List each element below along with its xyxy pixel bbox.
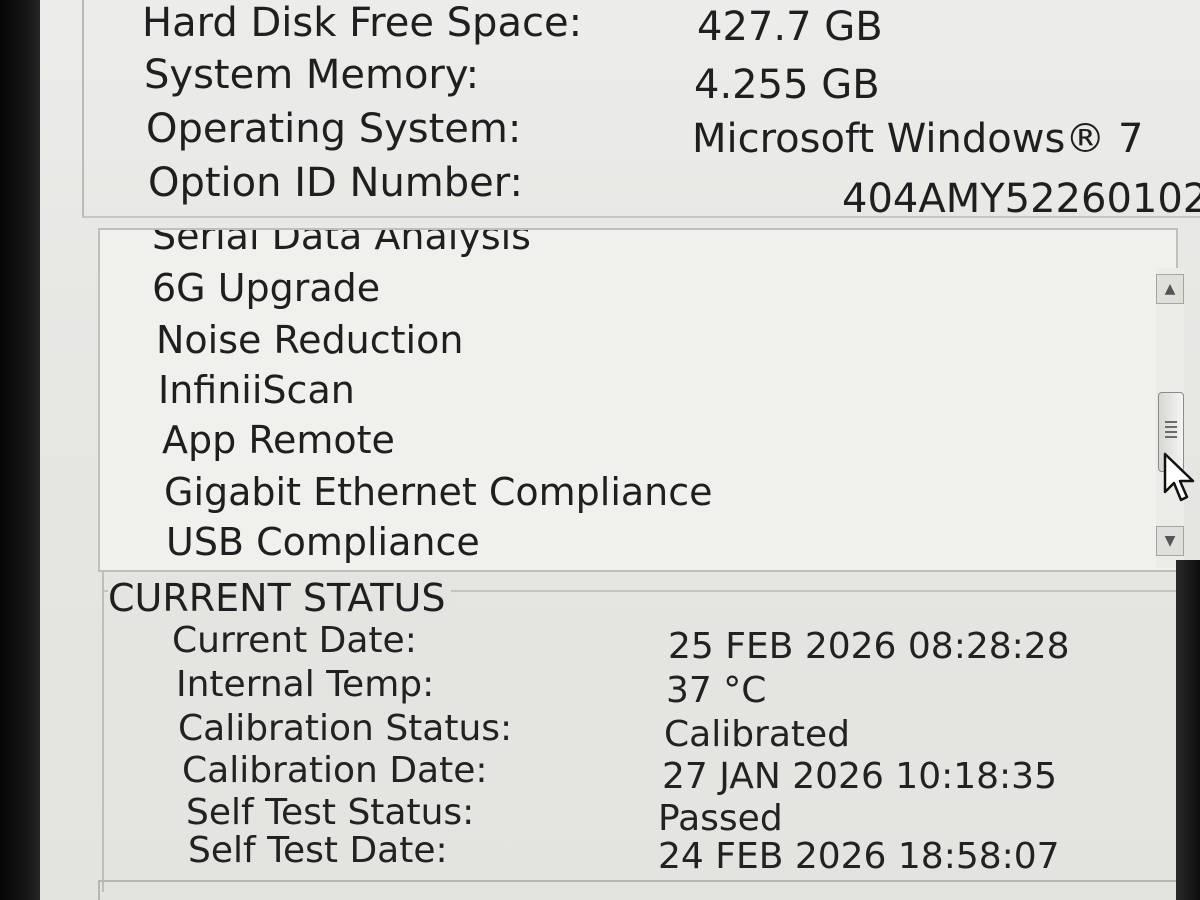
option-id-number-label: Option ID Number: (148, 160, 523, 206)
system-info-panel: Hard Disk Free Space: 427.7 GB System Me… (82, 0, 1200, 222)
about-window: Hard Disk Free Space: 427.7 GB System Me… (40, 0, 1200, 900)
internal-temp-label: Internal Temp: (176, 664, 435, 705)
hard-disk-free-space-label: Hard Disk Free Space: (142, 0, 583, 46)
list-item[interactable]: 6G Upgrade (152, 266, 380, 310)
screen: Hard Disk Free Space: 427.7 GB System Me… (0, 0, 1200, 900)
system-memory-value: 4.255 GB (694, 62, 880, 108)
scroll-grip-icon (1165, 421, 1177, 441)
self-test-status-value: Passed (658, 798, 783, 839)
calibration-date-label: Calibration Date: (182, 750, 488, 791)
list-item[interactable]: App Remote (162, 418, 395, 462)
list-item[interactable]: USB Compliance (166, 520, 480, 564)
scroll-down-arrow-icon[interactable]: ▼ (1156, 526, 1184, 556)
mouse-pointer-icon (1163, 452, 1195, 502)
current-status-title: CURRENT STATUS (108, 576, 452, 620)
monitor-bezel-right (1176, 560, 1200, 900)
list-item[interactable]: Gigabit Ethernet Compliance (164, 470, 713, 514)
calibration-date-value: 27 JAN 2026 10:18:35 (662, 756, 1057, 797)
operating-system-value: Microsoft Windows® 7 (692, 116, 1144, 162)
self-test-status-label: Self Test Status: (186, 792, 475, 833)
operating-system-label: Operating System: (146, 106, 522, 152)
current-status-panel: CURRENT STATUS Current Date: 25 FEB 2026… (102, 572, 1200, 892)
monitor-bezel-left (0, 0, 44, 900)
self-test-date-label: Self Test Date: (188, 830, 448, 871)
installed-options-list[interactable]: Serial Data Analysis 6G Upgrade Noise Re… (98, 228, 1178, 572)
current-date-label: Current Date: (172, 620, 417, 661)
list-item[interactable]: InfiniiScan (158, 368, 355, 412)
calibration-status-label: Calibration Status: (178, 708, 513, 749)
list-item[interactable]: Noise Reduction (156, 318, 463, 362)
system-memory-label: System Memory: (144, 52, 480, 98)
current-date-value: 25 FEB 2026 08:28:28 (668, 626, 1070, 667)
next-section-frame (98, 880, 1200, 900)
options-scrollbar[interactable]: ▲ ▼ (1156, 268, 1184, 568)
scroll-up-arrow-icon[interactable]: ▲ (1156, 274, 1184, 304)
internal-temp-value: 37 °C (666, 670, 767, 711)
hard-disk-free-space-value: 427.7 GB (697, 4, 883, 50)
calibration-status-value: Calibrated (664, 714, 851, 755)
self-test-date-value: 24 FEB 2026 18:58:07 (658, 836, 1060, 877)
list-item[interactable]: Serial Data Analysis (152, 230, 531, 258)
option-id-number-value: 404AMY52260102 (842, 176, 1200, 222)
